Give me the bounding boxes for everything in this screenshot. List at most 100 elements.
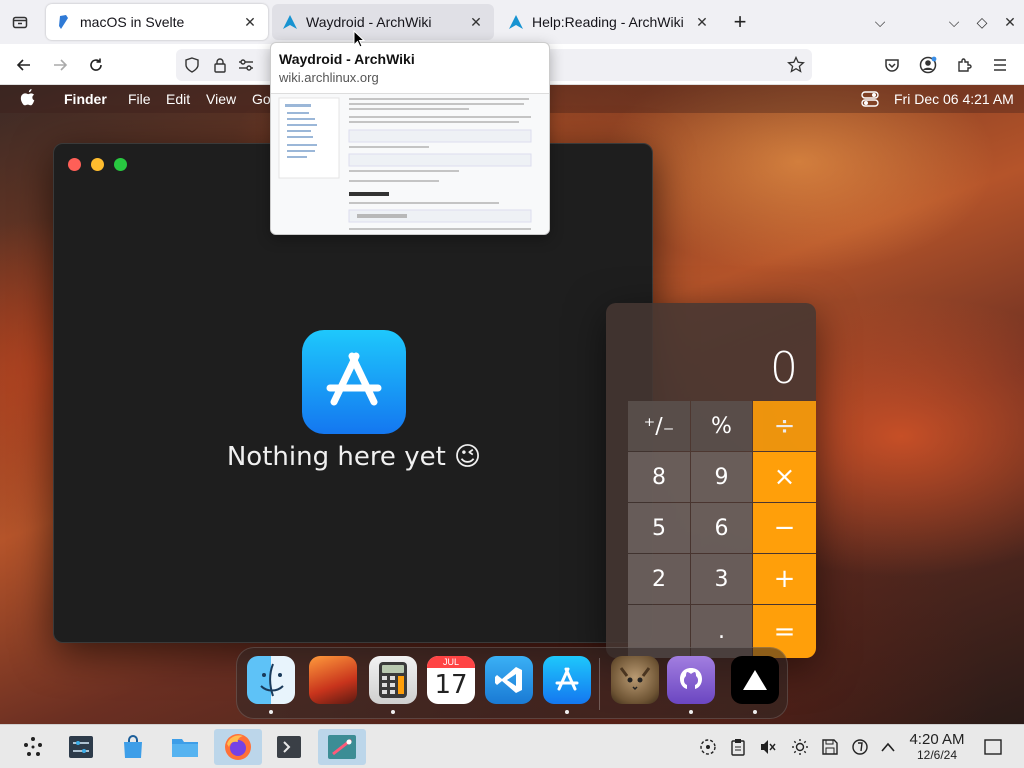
terminal-taskbar-item[interactable]: [270, 729, 308, 765]
list-all-tabs-button[interactable]: ⌵: [868, 10, 892, 34]
chevron-down-icon: ⌵: [948, 13, 960, 30]
menu-edit[interactable]: Edit: [166, 91, 190, 107]
clipboard-tray-icon[interactable]: [728, 737, 748, 757]
reload-button[interactable]: [83, 52, 109, 78]
cat-icon[interactable]: [611, 656, 659, 704]
firefox-icon: [225, 734, 251, 760]
lock-icon[interactable]: [210, 55, 230, 75]
calc-key-5[interactable]: 5: [628, 503, 690, 553]
chevron-up-icon[interactable]: [878, 737, 898, 757]
tab-title: macOS in Svelte: [80, 14, 185, 30]
vscode-icon[interactable]: [485, 656, 533, 704]
calc-key-multiply[interactable]: ×: [753, 452, 816, 502]
maximize-window-button[interactable]: ◇: [970, 10, 994, 34]
diamond-icon: ◇: [976, 13, 988, 30]
menu-clock[interactable]: Fri Dec 06 4:21 AM: [894, 91, 1014, 107]
back-button[interactable]: [11, 52, 37, 78]
dock-running-indicator: [689, 710, 693, 714]
tab-waydroid-archwiki[interactable]: Waydroid - ArchWiki ✕: [272, 4, 494, 40]
launcher-icon: [24, 737, 42, 756]
save-disk-tray-icon[interactable]: [820, 737, 840, 757]
forward-button[interactable]: [47, 52, 73, 78]
calc-key-percent[interactable]: %: [691, 401, 752, 451]
calc-key-9[interactable]: 9: [691, 452, 752, 502]
calc-key-plus[interactable]: +: [753, 554, 816, 604]
wallpapers-icon[interactable]: [309, 656, 357, 704]
calc-key-2[interactable]: 2: [628, 554, 690, 604]
chevron-down-icon: ⌵: [874, 13, 886, 30]
calc-key-3[interactable]: 3: [691, 554, 752, 604]
tab-list-button[interactable]: [8, 10, 32, 34]
shield-icon[interactable]: [182, 55, 202, 75]
network-tray-icon[interactable]: [698, 737, 718, 757]
dock-running-indicator: [269, 710, 273, 714]
calendar-month: JUL: [427, 656, 475, 668]
tab-help-reading-archwiki[interactable]: Help:Reading - ArchWiki ✕: [498, 4, 720, 40]
tab-strip: macOS in Svelte ✕ Waydroid - ArchWiki ✕ …: [0, 0, 1024, 44]
account-icon: [919, 56, 937, 74]
finder-icon[interactable]: [247, 656, 295, 704]
close-window-dot[interactable]: [68, 158, 81, 171]
reload-icon: [90, 58, 102, 71]
folder-icon: [172, 739, 198, 757]
taskbar-clock[interactable]: 4:20 AM 12/6/24: [902, 731, 972, 762]
files-taskbar-item[interactable]: [166, 729, 204, 765]
close-icon: ✕: [1004, 13, 1016, 30]
account-button[interactable]: [915, 52, 941, 78]
new-tab-button[interactable]: +: [728, 9, 752, 34]
preview-title: Waydroid - ArchWiki: [279, 51, 415, 67]
tab-title: Waydroid - ArchWiki: [306, 14, 432, 30]
page-thumbnail: [271, 93, 549, 234]
calc-key-divide[interactable]: ÷: [753, 401, 816, 451]
volume-muted-tray-icon[interactable]: [758, 737, 778, 757]
app-launcher-button[interactable]: [14, 729, 52, 765]
pocket-button[interactable]: [879, 52, 905, 78]
firefox-taskbar-item[interactable]: [214, 729, 262, 765]
calculator-display: 0: [770, 343, 798, 394]
tab-close-icon[interactable]: ✕: [468, 14, 484, 30]
updates-tray-icon[interactable]: [850, 737, 870, 757]
zoom-window-dot[interactable]: [114, 158, 127, 171]
waydroid-taskbar-item[interactable]: [318, 729, 366, 765]
preview-url: wiki.archlinux.org: [279, 70, 379, 85]
menu-button[interactable]: [987, 52, 1013, 78]
minimize-window-button[interactable]: ⌵: [942, 10, 966, 34]
puzzle-icon: [958, 58, 972, 72]
menu-go[interactable]: Go: [252, 91, 271, 107]
discover-taskbar-item[interactable]: [114, 729, 152, 765]
appstore-icon[interactable]: [543, 656, 591, 704]
bookmark-star-icon[interactable]: [786, 55, 806, 75]
calculator-icon[interactable]: [369, 656, 417, 704]
menu-app-name[interactable]: Finder: [64, 91, 107, 107]
svelte-favicon-icon: [56, 14, 72, 30]
terminal-icon: [277, 736, 301, 758]
calc-key-sign[interactable]: ⁺∕₋: [628, 401, 690, 451]
menu-file[interactable]: File: [128, 91, 151, 107]
calc-key-6[interactable]: 6: [691, 503, 752, 553]
settings-taskbar-item[interactable]: [62, 729, 100, 765]
brightness-tray-icon[interactable]: [790, 737, 810, 757]
dock-separator: [599, 658, 600, 710]
archlinux-favicon-icon: [282, 14, 298, 30]
calc-key-minus[interactable]: −: [753, 503, 816, 553]
vercel-icon[interactable]: [731, 656, 779, 704]
menu-view[interactable]: View: [206, 91, 236, 107]
close-window-button[interactable]: ✕: [998, 10, 1022, 34]
macos-dock: JUL 17: [236, 647, 788, 719]
calendar-icon[interactable]: JUL 17: [427, 656, 475, 704]
tab-close-icon[interactable]: ✕: [694, 14, 710, 30]
dock-running-indicator: [391, 710, 395, 714]
tab-close-icon[interactable]: ✕: [242, 14, 258, 30]
extensions-button[interactable]: [951, 52, 977, 78]
github-icon[interactable]: [667, 656, 715, 704]
tab-hover-preview: Waydroid - ArchWiki wiki.archlinux.org: [270, 42, 550, 235]
hamburger-menu-icon: [994, 59, 1006, 71]
show-desktop-button[interactable]: [983, 737, 1003, 757]
tab-macos-in-svelte[interactable]: macOS in Svelte ✕: [46, 4, 268, 40]
control-center-icon[interactable]: [861, 91, 879, 107]
taskbar-date: 12/6/24: [916, 748, 958, 762]
apple-logo-icon[interactable]: [20, 89, 36, 107]
minimize-window-dot[interactable]: [91, 158, 104, 171]
permissions-icon[interactable]: [236, 55, 256, 75]
calc-key-8[interactable]: 8: [628, 452, 690, 502]
